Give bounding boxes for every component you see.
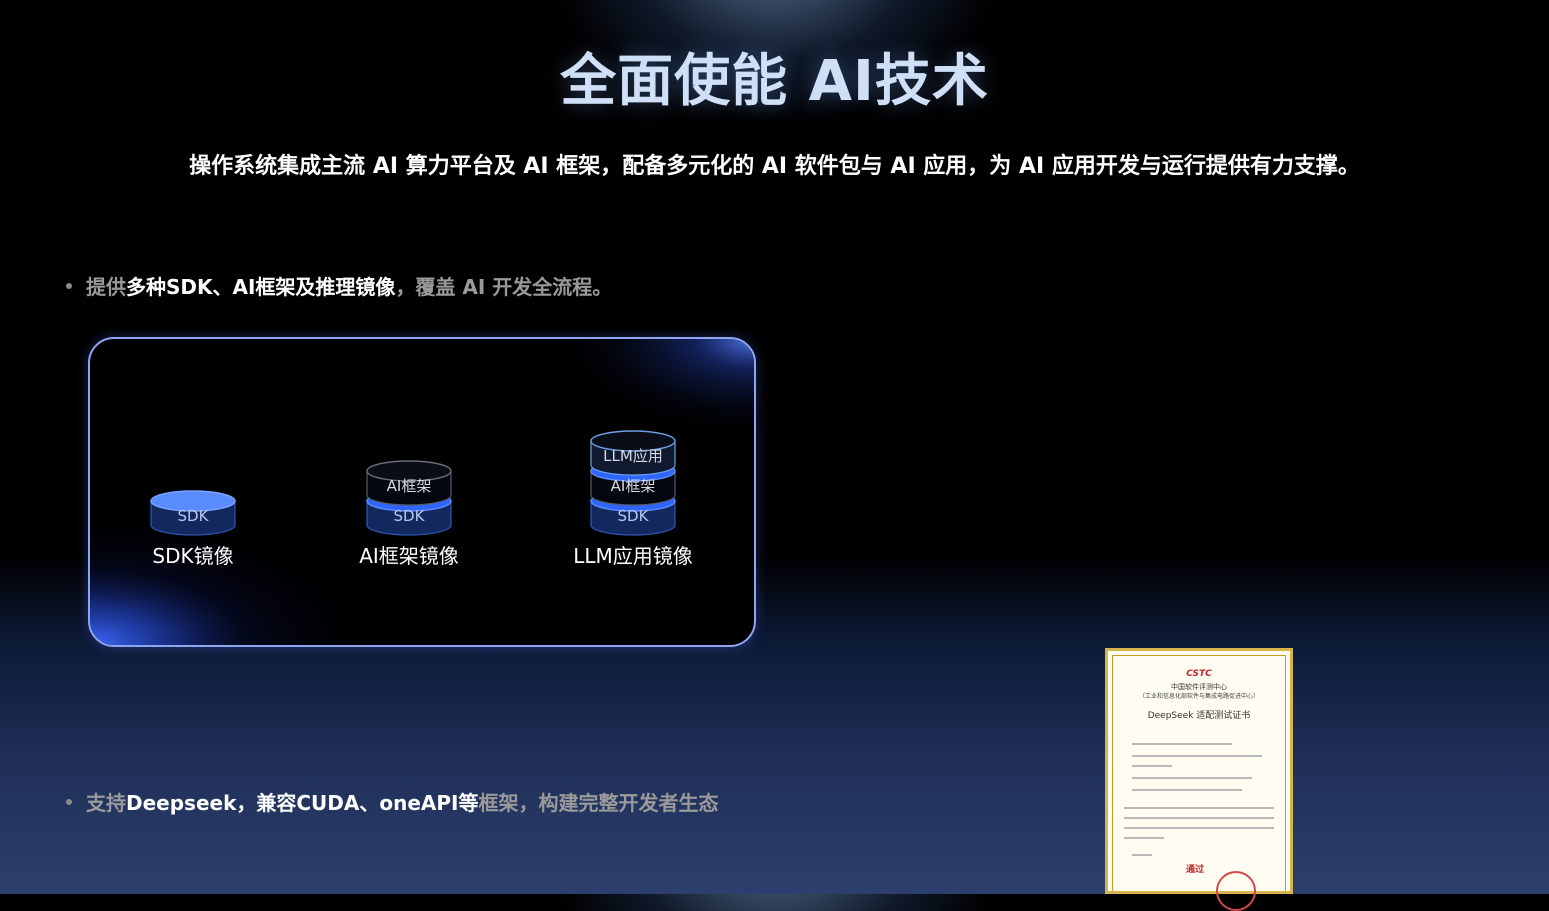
certificate-title: DeepSeek 适配测试证书 xyxy=(1147,711,1251,721)
stack-layer-label: AI框架 xyxy=(611,477,656,495)
stack-cylinder-graphic: SDK AI框架 LLM应用 xyxy=(590,430,676,536)
stack-cylinder-graphic: SDK AI框架 xyxy=(366,460,452,536)
bullet-pre: 提供 xyxy=(86,275,126,299)
stack-layer-LLM应用: LLM应用 xyxy=(590,430,676,476)
stack-cylinder-graphic: SDK xyxy=(150,490,236,536)
feature-bullet-sdk: 提供 多种SDK、AI框架及推理镜像 ，覆盖 AI 开发全流程。 xyxy=(66,271,612,300)
bullet-highlight: 多种SDK、AI框架及推理镜像 xyxy=(126,275,396,299)
bullet-highlight: Deepseek，兼容CUDA、oneAPI等 xyxy=(126,791,479,815)
bullet-post: 框架，构建完整开发者生态 xyxy=(478,791,719,815)
stack-title: LLM应用镜像 xyxy=(573,544,693,568)
stack-layer-label: AI框架 xyxy=(387,477,432,495)
certificate-result: 通过 xyxy=(1186,865,1205,875)
certificate-text-line xyxy=(1132,854,1152,856)
certificate-text-line xyxy=(1124,837,1164,839)
certificate-seal-icon xyxy=(1216,871,1256,911)
stack-layer-SDK: SDK xyxy=(150,490,236,536)
image-stack-1: SDK xyxy=(133,399,253,539)
certificate-logo: CSTC xyxy=(1186,669,1212,679)
certificate-text-line xyxy=(1124,817,1274,819)
bullet-post: ，覆盖 AI 开发全流程。 xyxy=(395,275,613,299)
image-stack-card: SDK SDK镜像 SDK AI框架 AI框架镜像 SDK AI框架 LLM应用 LLM应用镜像 xyxy=(88,337,756,647)
certificate-text-line xyxy=(1132,777,1252,779)
certificate-text-line xyxy=(1124,807,1274,809)
image-stack-3: SDK AI框架 LLM应用 xyxy=(573,399,693,539)
bullet-dot xyxy=(66,798,72,805)
certificate-text-line xyxy=(1132,789,1242,791)
page-subtitle: 操作系统集成主流 AI 算力平台及 AI 框架，配备多元化的 AI 软件包与 A… xyxy=(189,154,1360,179)
stack-layer-label: LLM应用 xyxy=(603,447,663,465)
bullet-dot xyxy=(66,282,72,289)
feature-bullet-deepseek: 支持 Deepseek，兼容CUDA、oneAPI等 框架，构建完整开发者生态 xyxy=(66,787,719,816)
stack-layer-label: SDK xyxy=(394,507,426,525)
image-stack-2: SDK AI框架 xyxy=(349,399,469,539)
certificate-text-line xyxy=(1132,755,1262,757)
deepseek-certificate-image: CSTC 中国软件评测中心 （工业和信息化部软件与集成电路促进中心） DeepS… xyxy=(1105,648,1293,911)
certificate-org-sub: （工业和信息化部软件与集成电路促进中心） xyxy=(1138,693,1259,700)
certificate-text-line xyxy=(1132,765,1172,767)
stack-layer-label: SDK xyxy=(618,507,650,525)
page-title: 全面使能 AI技术 xyxy=(560,49,989,114)
certificate-text-line xyxy=(1132,743,1232,745)
certificate-text-line xyxy=(1124,827,1274,829)
stack-title: AI框架镜像 xyxy=(359,544,459,568)
stack-layer-AI框架: AI框架 xyxy=(366,460,452,506)
stack-title: SDK镜像 xyxy=(152,544,234,568)
stack-layer-label: SDK xyxy=(178,507,210,525)
bullet-pre: 支持 xyxy=(86,791,126,815)
